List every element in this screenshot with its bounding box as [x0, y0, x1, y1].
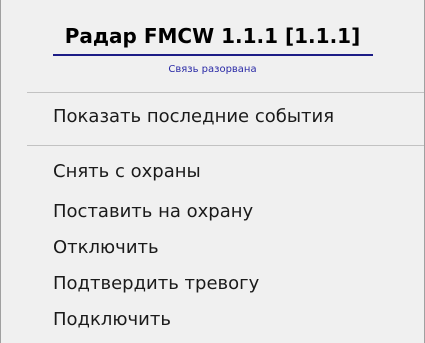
menu-item-disable[interactable]: Отключить [53, 237, 159, 259]
menu-item-connect[interactable]: Подключить [53, 309, 171, 331]
device-title: Радар FMCW 1.1.1 [1.1.1] [64, 24, 361, 48]
context-menu: Радар FMCW 1.1.1 [1.1.1] Связь разорвана… [0, 0, 425, 343]
menu-item-disarm[interactable]: Снять с охраны [53, 161, 201, 183]
menu-separator [27, 92, 424, 93]
connection-status: Связь разорвана [168, 64, 257, 75]
menu-item-confirm-alarm[interactable]: Подтвердить тревогу [53, 273, 259, 295]
title-underline [53, 54, 373, 56]
menu-item-arm[interactable]: Поставить на охрану [53, 201, 253, 223]
menu-separator [27, 145, 424, 146]
menu-header: Радар FMCW 1.1.1 [1.1.1] Связь разорвана [1, 0, 424, 82]
menu-item-show-last-events[interactable]: Показать последние события [53, 106, 334, 128]
